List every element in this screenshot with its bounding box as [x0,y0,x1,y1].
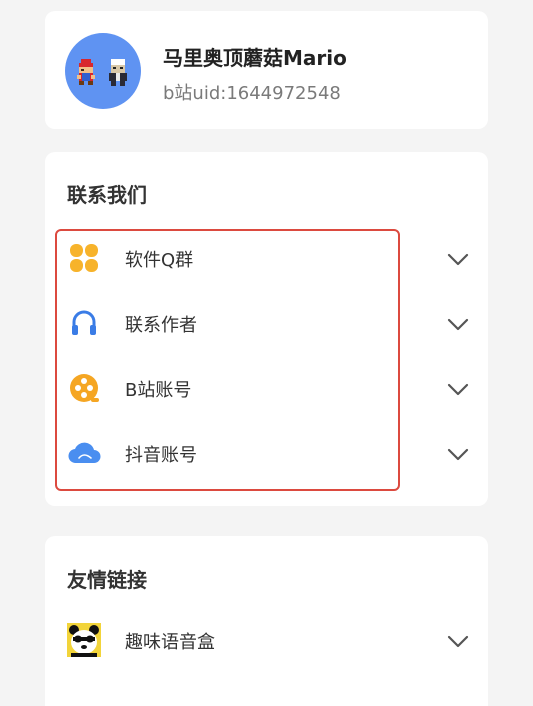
list-item-label: 软件Q群 [125,250,194,271]
list-item-label: 联系作者 [125,315,197,336]
cloud-icon [68,442,101,464]
list-item-label: 抖音账号 [125,445,197,466]
headphones-icon [72,310,96,335]
list-item-label: B站账号 [125,380,192,401]
four-petal-icon [70,244,98,272]
profile-card: 马里奥顶蘑菇Mario b站uid:1644972548 [45,11,488,129]
chevron-down-icon[interactable] [445,246,471,272]
list-item-douyin-account[interactable]: 抖音账号 [45,423,488,483]
chevron-down-icon[interactable] [445,311,471,337]
chevron-down-icon[interactable] [445,441,471,467]
contact-card: 联系我们 软件Q群 联系作者 B站账号 抖音账号 [45,152,488,506]
profile-uid: b站uid:1644972548 [163,83,341,104]
chevron-down-icon[interactable] [445,628,471,654]
film-reel-icon [70,374,99,402]
list-item-fun-voice-box[interactable]: 趣味语音盒 [45,610,488,670]
section-title-contact: 联系我们 [67,183,147,207]
links-card: 友情链接 趣味语音盒 [45,536,488,706]
panda-avatar-icon [67,623,101,657]
list-item-software-qq-group[interactable]: 软件Q群 [45,228,488,288]
profile-name: 马里奥顶蘑菇Mario [163,46,347,70]
list-item-label: 趣味语音盒 [125,632,215,653]
pixel-mario-avatar-icon [77,59,127,86]
avatar[interactable] [65,33,141,109]
chevron-down-icon[interactable] [445,376,471,402]
section-title-links: 友情链接 [67,568,147,592]
list-item-bilibili-account[interactable]: B站账号 [45,358,488,418]
list-item-contact-author[interactable]: 联系作者 [45,293,488,353]
